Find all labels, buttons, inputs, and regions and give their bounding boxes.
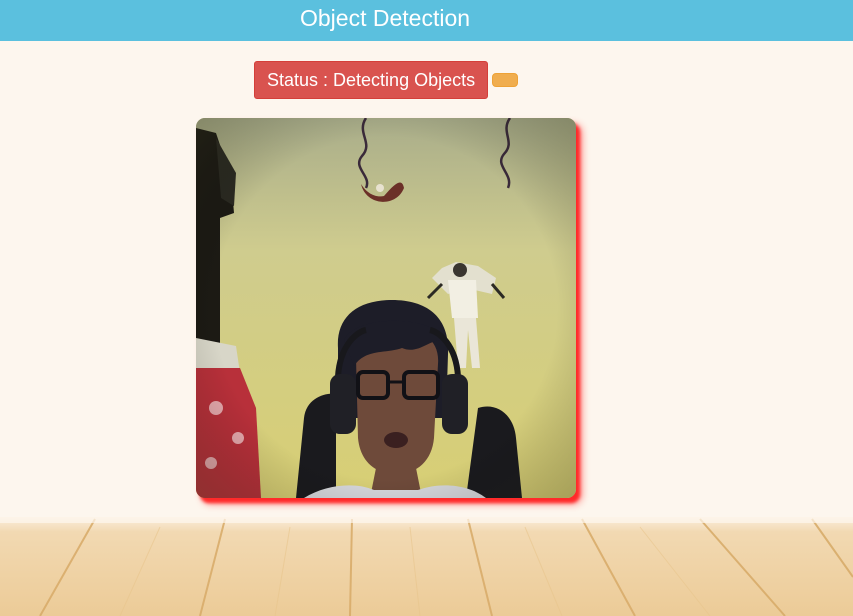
page-title: Object Detection — [300, 5, 471, 31]
wooden-floor-background — [0, 517, 853, 616]
webcam-frame-image — [196, 118, 576, 498]
status-button[interactable]: Status : Detecting Objects — [254, 61, 489, 99]
app-header: Object Detection — [0, 0, 853, 41]
status-indicator-button[interactable] — [492, 73, 518, 87]
webcam-video-feed — [196, 118, 576, 498]
